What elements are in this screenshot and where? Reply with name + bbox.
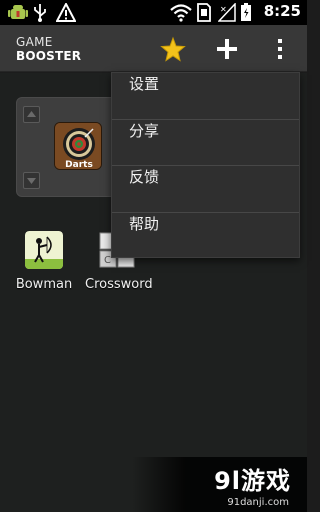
signal-icon: ✕ [218,3,236,22]
app-label-crossword: Crossword [85,277,153,292]
app-logo: GAME BOOSTER [16,35,81,63]
favorites-button[interactable] [156,32,190,66]
logo-text-bottom: BOOSTER [16,49,82,63]
overflow-menu-icon [278,39,282,59]
arrow-up-icon[interactable] [23,106,40,123]
darts-logo-text: Darts [65,160,93,170]
watermark: 9l游戏 91danji.com [132,457,307,512]
usb-icon [34,4,46,22]
overflow-menu-button[interactable] [263,32,297,66]
action-bar: GAME BOOSTER [0,25,307,72]
warning-icon [56,3,76,22]
add-icon [217,39,237,59]
logo-text-top: GAME [16,35,53,49]
overflow-popup-menu: 设置 分享 反馈 帮助 [111,72,300,258]
status-time: 8:25 [263,2,301,20]
add-game-button[interactable] [210,32,244,66]
svg-text:✕: ✕ [220,5,227,14]
status-bar: ✕ 8:25 [0,0,307,25]
menu-item-share[interactable]: 分享 [112,120,299,166]
darts-icon[interactable]: Darts [54,122,102,170]
android-debug-icon [8,5,28,19]
watermark-logo: 9l游戏 [214,467,291,495]
arrow-down-icon[interactable] [23,172,40,189]
app-label-bowman: Bowman [15,277,73,292]
app-bowman[interactable]: Bowman [12,231,76,292]
watermark-url: 91danji.com [227,497,289,508]
menu-item-help[interactable]: 帮助 [112,213,299,260]
menu-item-settings[interactable]: 设置 [112,73,299,120]
svg-text:C: C [104,255,111,266]
bowman-icon [25,231,63,269]
wifi-icon [170,4,192,22]
star-icon [160,36,186,62]
battery-icon [241,3,251,21]
menu-item-feedback[interactable]: 反馈 [112,166,299,213]
sd-card-icon [197,3,211,22]
